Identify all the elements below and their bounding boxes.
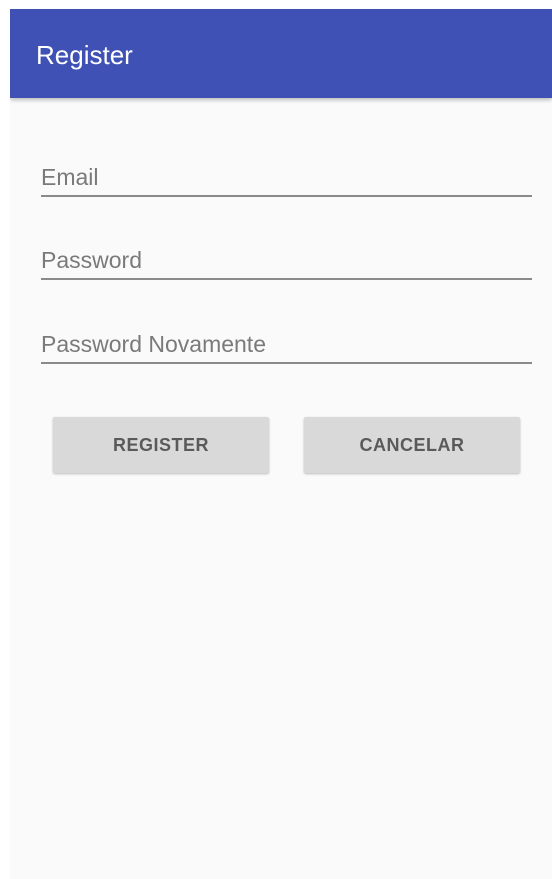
app-screen: Register REGISTER CANCELAR	[10, 9, 552, 879]
password-field	[41, 238, 532, 280]
register-button[interactable]: REGISTER	[53, 417, 269, 473]
password-again-input[interactable]	[41, 331, 532, 358]
app-bar-title: Register	[36, 40, 133, 70]
email-input[interactable]	[41, 164, 532, 191]
email-field	[41, 155, 532, 197]
password-again-field	[41, 322, 532, 364]
cancel-button[interactable]: CANCELAR	[304, 417, 520, 473]
password-input[interactable]	[41, 247, 532, 274]
app-bar: Register	[10, 9, 552, 98]
